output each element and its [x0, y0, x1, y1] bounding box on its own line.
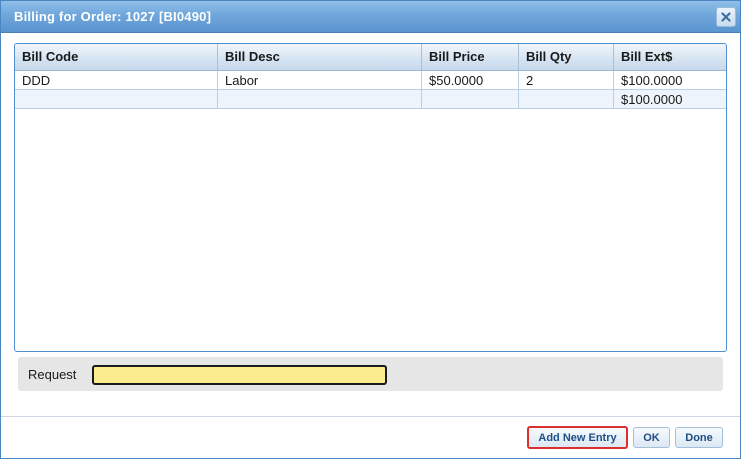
- total-cell-bill-desc: [218, 90, 422, 109]
- ok-button[interactable]: OK: [633, 427, 670, 448]
- cell-bill-desc[interactable]: Labor: [218, 71, 422, 90]
- billing-dialog: Billing for Order: 1027 [BI0490] Bill Co…: [0, 0, 741, 459]
- table-row[interactable]: DDD Labor $50.0000 2 $100.0000: [15, 71, 726, 90]
- cell-bill-price[interactable]: $50.0000: [422, 71, 519, 90]
- total-cell-bill-qty: [519, 90, 614, 109]
- request-label: Request: [28, 367, 77, 382]
- total-cell-bill-ext: $100.0000: [621, 92, 683, 107]
- request-input[interactable]: [92, 365, 387, 385]
- grid-header: Bill Code Bill Desc Bill Price Bill Qty …: [15, 44, 726, 71]
- total-cell-bill-price: [422, 90, 519, 109]
- total-row: $100.0000: [15, 90, 726, 109]
- request-panel: Request: [18, 357, 723, 391]
- cell-bill-code[interactable]: DDD: [15, 71, 218, 90]
- column-header-bill-qty[interactable]: Bill Qty: [519, 44, 614, 71]
- footer-divider: [1, 416, 740, 417]
- close-button[interactable]: [716, 7, 736, 27]
- cell-bill-ext[interactable]: $100.0000: [614, 71, 726, 90]
- dialog-title: Billing for Order: 1027 [BI0490]: [14, 9, 212, 24]
- total-cell-bill-code: [15, 90, 218, 109]
- done-button[interactable]: Done: [675, 427, 723, 448]
- column-header-bill-price[interactable]: Bill Price: [422, 44, 519, 71]
- billing-grid: Bill Code Bill Desc Bill Price Bill Qty …: [14, 43, 727, 352]
- dialog-titlebar[interactable]: Billing for Order: 1027 [BI0490]: [1, 1, 740, 33]
- column-header-bill-code[interactable]: Bill Code: [15, 44, 218, 71]
- add-new-entry-button[interactable]: Add New Entry: [527, 426, 628, 449]
- close-icon: [721, 12, 731, 22]
- column-header-bill-desc[interactable]: Bill Desc: [218, 44, 422, 71]
- column-header-bill-ext[interactable]: Bill Ext$: [614, 44, 726, 71]
- cell-bill-qty[interactable]: 2: [519, 71, 614, 90]
